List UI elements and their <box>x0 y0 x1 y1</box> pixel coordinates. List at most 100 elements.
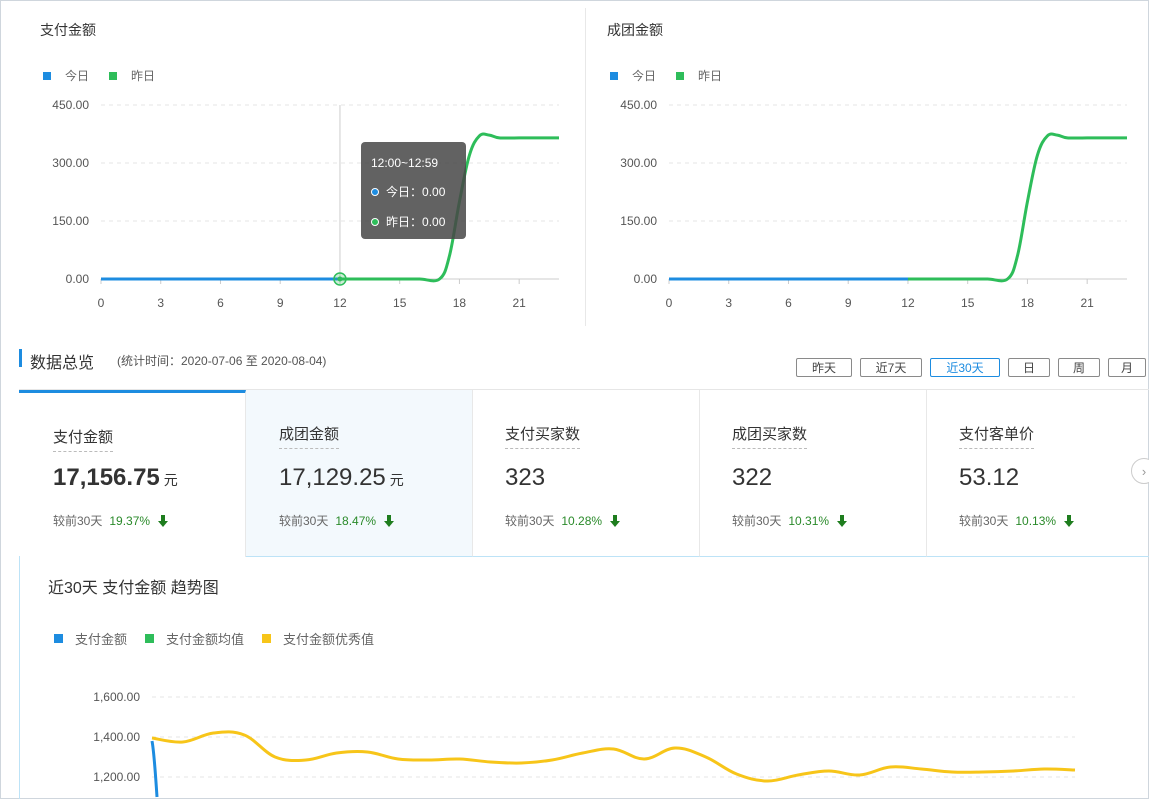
metric-card-avg-price[interactable]: 支付客单价 53.12 较前30天 10.13% <box>927 390 1149 557</box>
x-tick-label: 3 <box>157 296 164 310</box>
metric-value: 323 <box>505 464 549 492</box>
hover-point-core <box>337 276 343 282</box>
range-button-day[interactable]: 日 <box>1008 358 1050 377</box>
x-tick-label: 12 <box>333 296 347 310</box>
x-tick-label: 18 <box>453 296 467 310</box>
y-tick-label: 300.00 <box>620 156 657 170</box>
metric-card-group-buyers[interactable]: 成团买家数 322 较前30天 10.31% <box>700 390 927 557</box>
metric-compare: 较前30天 10.28% <box>505 512 621 529</box>
tooltip-dot-yesterday-icon <box>371 217 379 226</box>
x-tick-label: 0 <box>98 296 105 310</box>
x-tick-label: 6 <box>785 296 792 310</box>
compare-pct: 19.37% <box>109 513 151 528</box>
range-button-month[interactable]: 月 <box>1108 358 1146 377</box>
y-tick-label: 300.00 <box>52 156 89 170</box>
section-accent-bar <box>19 349 22 367</box>
metric-number: 17,129.25 <box>279 464 386 491</box>
y-tick-label: 450.00 <box>52 98 89 112</box>
tooltip-value: 0.00 <box>422 214 446 229</box>
metric-card-pay-buyers[interactable]: 支付买家数 323 较前30天 10.28% <box>473 390 700 557</box>
metric-value: 17,129.25 元 <box>279 464 404 492</box>
x-tick-label: 6 <box>217 296 224 310</box>
trend-legend: 支付金额 支付金额均值 支付金额优秀值 <box>54 629 392 648</box>
group-amount-hourly-chart: 成团金额 今日 昨日 0.00 150.00 300.00 450.00 0 3 6 9 12 1… <box>586 0 1149 330</box>
metric-label: 成团买家数 <box>732 423 808 449</box>
metric-cards: 支付金额 17,156.75 元 较前30天 19.37% 成团金额 17,129.… <box>19 389 1149 557</box>
legend-swatch-pay <box>54 634 63 643</box>
metric-label: 支付客单价 <box>959 423 1035 449</box>
compare-label: 较前30天 <box>732 514 782 528</box>
range-button-30days[interactable]: 近30天 <box>930 358 1000 377</box>
y-tick-label: 0.00 <box>634 272 658 286</box>
metric-number: 53.12 <box>959 464 1020 491</box>
metric-value: 322 <box>732 464 776 492</box>
arrow-down-icon <box>1064 514 1075 527</box>
tooltip-label: 昨日： <box>386 215 423 229</box>
compare-pct: 10.13% <box>1015 513 1057 528</box>
range-button-7days[interactable]: 近7天 <box>860 358 922 377</box>
chart-plot-left[interactable]: 0.00 150.00 300.00 450.00 0 3 6 9 12 15 18 21 <box>0 0 585 330</box>
legend-item-excellent[interactable]: 支付金额优秀值 <box>262 629 374 648</box>
compare-label: 较前30天 <box>959 514 1009 528</box>
tooltip-title: 12:00~12:59 <box>371 156 439 170</box>
range-button-yesterday[interactable]: 昨天 <box>796 358 852 377</box>
metric-unit: 元 <box>389 472 404 488</box>
metric-card-pay-amount[interactable]: 支付金额 17,156.75 元 较前30天 19.37% <box>19 390 246 557</box>
metric-number: 322 <box>732 464 773 491</box>
y-tick-label: 150.00 <box>620 214 657 228</box>
metric-label: 支付金额 <box>53 426 114 452</box>
metric-value: 53.12 <box>959 464 1023 492</box>
x-tick-label: 15 <box>393 296 407 310</box>
compare-pct: 10.28% <box>561 513 603 528</box>
tooltip-dot-today-icon <box>371 187 379 196</box>
x-tick-label: 21 <box>512 296 526 310</box>
series-line-yesterday <box>101 132 559 283</box>
compare-label: 较前30天 <box>53 514 103 528</box>
x-tick-label: 3 <box>725 296 732 310</box>
y-tick-label: 450.00 <box>620 98 657 112</box>
legend-label: 支付金额均值 <box>166 632 245 647</box>
metric-compare: 较前30天 18.47% <box>279 512 395 529</box>
compare-pct: 18.47% <box>335 513 377 528</box>
metric-label: 成团金额 <box>279 423 340 449</box>
metric-value: 17,156.75 元 <box>53 464 178 492</box>
tooltip-row-today: 今日： 0.00 <box>371 183 456 200</box>
legend-label: 支付金额 <box>75 632 128 647</box>
metric-card-group-amount[interactable]: 成团金额 17,129.25 元 较前30天 18.47% <box>246 390 473 557</box>
x-tick-label: 21 <box>1080 296 1094 310</box>
compare-label: 较前30天 <box>505 514 555 528</box>
arrow-down-icon <box>158 514 169 527</box>
metric-compare: 较前30天 10.31% <box>732 512 848 529</box>
tooltip-row-yesterday: 昨日： 0.00 <box>371 213 456 230</box>
compare-pct: 10.31% <box>788 513 830 528</box>
legend-swatch-excellent <box>262 634 272 643</box>
pay-amount-hourly-chart: 支付金额 今日 昨日 0.00 150.00 300.00 450.00 0 3 6 9 12 1… <box>0 0 585 330</box>
x-tick-label: 15 <box>961 296 975 310</box>
y-tick-label: 150.00 <box>52 214 89 228</box>
metric-number: 323 <box>505 464 546 491</box>
legend-swatch-average <box>145 634 155 643</box>
metric-compare: 较前30天 10.13% <box>959 512 1075 529</box>
chart-tooltip: 12:00~12:59 今日： 0.00 昨日： 0.00 <box>361 142 466 239</box>
metric-unit: 元 <box>163 472 178 488</box>
x-tick-label: 9 <box>845 296 852 310</box>
trend-title: 近30天 支付金额 趋势图 <box>48 580 219 597</box>
x-tick-label: 18 <box>1021 296 1035 310</box>
metric-label: 支付买家数 <box>505 423 581 449</box>
arrow-down-icon <box>837 514 848 527</box>
overview-period: (统计时间：2020-07-06 至 2020-08-04) <box>117 354 327 368</box>
range-selector: 昨天 近7天 近30天 日 周 月 <box>796 358 1149 377</box>
legend-item-pay-amount[interactable]: 支付金额 <box>54 629 127 648</box>
tooltip-value: 0.00 <box>422 184 446 199</box>
tooltip-label: 今日： <box>386 185 423 199</box>
arrow-down-icon <box>384 514 395 527</box>
metric-compare: 较前30天 19.37% <box>53 512 169 529</box>
legend-item-average[interactable]: 支付金额均值 <box>145 629 244 648</box>
chart-plot-right[interactable]: 0.00 150.00 300.00 450.00 0 3 6 9 12 15 18 21 <box>586 0 1149 330</box>
compare-label: 较前30天 <box>279 514 329 528</box>
series-line-yesterday <box>669 132 1127 283</box>
x-tick-label: 9 <box>277 296 284 310</box>
range-button-week[interactable]: 周 <box>1058 358 1100 377</box>
metric-number: 17,156.75 <box>53 464 160 491</box>
arrow-down-icon <box>610 514 621 527</box>
